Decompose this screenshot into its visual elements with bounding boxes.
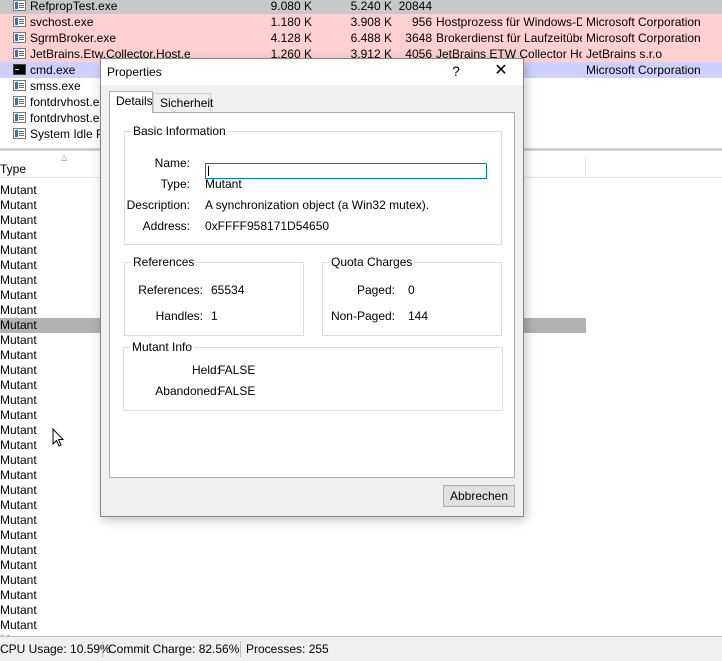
process-name: svchost.exe: [30, 15, 94, 29]
process-name: RefpropTest.exe: [30, 0, 118, 13]
handles-label: Handles:: [155, 309, 203, 323]
handle-row[interactable]: Mutant: [0, 573, 722, 588]
process-company: Microsoft Corporation: [586, 31, 701, 45]
references-legend: References: [131, 255, 197, 269]
app-window-icon: [13, 96, 26, 107]
paged-value: 0: [408, 283, 415, 297]
paged-label: Paged:: [356, 283, 395, 297]
process-name: SgrmBroker.exe: [30, 31, 117, 45]
type-label: Type:: [160, 177, 190, 191]
tab-details[interactable]: Details: [109, 91, 153, 113]
handle-row[interactable]: Mutant: [0, 558, 722, 573]
abandoned-label: Abandoned:: [155, 384, 220, 398]
status-divider: [240, 641, 241, 657]
process-pid: 20844: [398, 0, 432, 13]
help-button[interactable]: ?: [449, 63, 463, 79]
non-paged-value: 144: [408, 309, 429, 323]
held-label: Held:: [191, 363, 220, 377]
handle-row[interactable]: Mutant: [0, 528, 722, 543]
description-label: Description:: [126, 198, 190, 212]
process-private-bytes: 1.180 K: [270, 15, 312, 29]
mutant-info-group: Mutant Info Held: FALSE Abandoned: FALSE: [123, 340, 503, 411]
details-panel: Basic Information Name: Type: Mutant Des…: [109, 112, 515, 478]
column-header-type[interactable]: Type: [0, 162, 26, 176]
column-separator[interactable]: [585, 157, 586, 177]
sort-ascending-icon: △: [61, 153, 68, 162]
held-value: FALSE: [218, 363, 256, 377]
status-processes: Processes: 255: [246, 642, 329, 656]
properties-dialog: Properties ? ✕ Details Sicherheit Basic …: [100, 58, 524, 517]
mouse-cursor-icon: [52, 428, 64, 447]
process-working-set: 6.488 K: [350, 31, 392, 45]
address-value: 0xFFFF958171D54650: [205, 219, 330, 233]
app-window-icon: [13, 80, 26, 91]
status-bar: CPU Usage: 10.59% Commit Charge: 82.56% …: [0, 636, 722, 661]
app-window-icon: [13, 48, 26, 59]
type-value: Mutant: [205, 177, 242, 191]
console-icon: [13, 64, 26, 75]
process-row[interactable]: svchost.exe 1.180 K 3.908 K 956 Hostprozess …: [0, 14, 722, 30]
process-working-set: 5.240 K: [350, 0, 392, 13]
references-label: References:: [138, 283, 203, 297]
dialog-title: Properties: [107, 65, 162, 79]
references-group: References References: 65534 Handles: 1: [124, 255, 304, 336]
quota-charges-group: Quota Charges Paged: 0 Non-Paged: 144: [322, 255, 502, 336]
process-private-bytes: 4.128 K: [270, 31, 312, 45]
basic-information-legend: Basic Information: [131, 124, 228, 138]
handles-value: 1: [211, 309, 218, 323]
process-company: JetBrains s.r.o: [586, 47, 663, 61]
process-description: Hostprozess für Windows-Di...: [436, 15, 582, 29]
handle-row[interactable]: Mutant: [0, 603, 722, 618]
handle-row[interactable]: Mutant: [0, 543, 722, 558]
app-window-icon: [13, 0, 26, 11]
quota-charges-legend: Quota Charges: [329, 255, 415, 269]
description-value: A synchronization object (a Win32 mutex)…: [205, 198, 430, 212]
status-divider: [102, 641, 103, 657]
basic-information-group: Basic Information Name: Type: Mutant Des…: [124, 124, 502, 245]
name-label: Name:: [154, 156, 190, 170]
process-pid: 3648: [405, 31, 432, 45]
process-working-set: 3.908 K: [350, 15, 392, 29]
non-paged-label: Non-Paged:: [330, 309, 395, 323]
tab-sicherheit[interactable]: Sicherheit: [153, 93, 213, 113]
abandoned-value: FALSE: [218, 384, 256, 398]
process-private-bytes: 9.080 K: [270, 0, 312, 13]
address-label: Address:: [142, 219, 190, 233]
dialog-titlebar[interactable]: Properties ? ✕: [101, 59, 523, 85]
handle-row[interactable]: Mutant: [0, 618, 722, 633]
process-row[interactable]: SgrmBroker.exe 4.128 K 6.488 K 3648 Brokerdi…: [0, 30, 722, 46]
text-caret: [208, 166, 209, 176]
process-pid: 956: [411, 15, 432, 29]
mutant-info-legend: Mutant Info: [130, 340, 195, 354]
status-cpu-usage: CPU Usage: 10.59%: [0, 642, 111, 656]
process-row[interactable]: RefpropTest.exe 9.080 K 5.240 K 20844: [0, 0, 722, 14]
name-field[interactable]: [205, 163, 487, 179]
app-window-icon: [13, 128, 26, 139]
references-value: 65534: [211, 283, 245, 297]
status-commit-charge: Commit Charge: 82.56%: [108, 642, 240, 656]
close-button[interactable]: ✕: [489, 59, 513, 83]
process-description: Brokerdienst für Laufzeitüber...: [436, 31, 582, 45]
cancel-button[interactable]: Abbrechen: [443, 485, 515, 507]
process-company: Microsoft Corporation: [586, 63, 701, 77]
app-window-icon: [13, 112, 26, 123]
app-window-icon: [13, 32, 26, 43]
process-company: Microsoft Corporation: [586, 15, 701, 29]
handle-row[interactable]: Mutant: [0, 588, 722, 603]
app-window-icon: [13, 16, 26, 27]
